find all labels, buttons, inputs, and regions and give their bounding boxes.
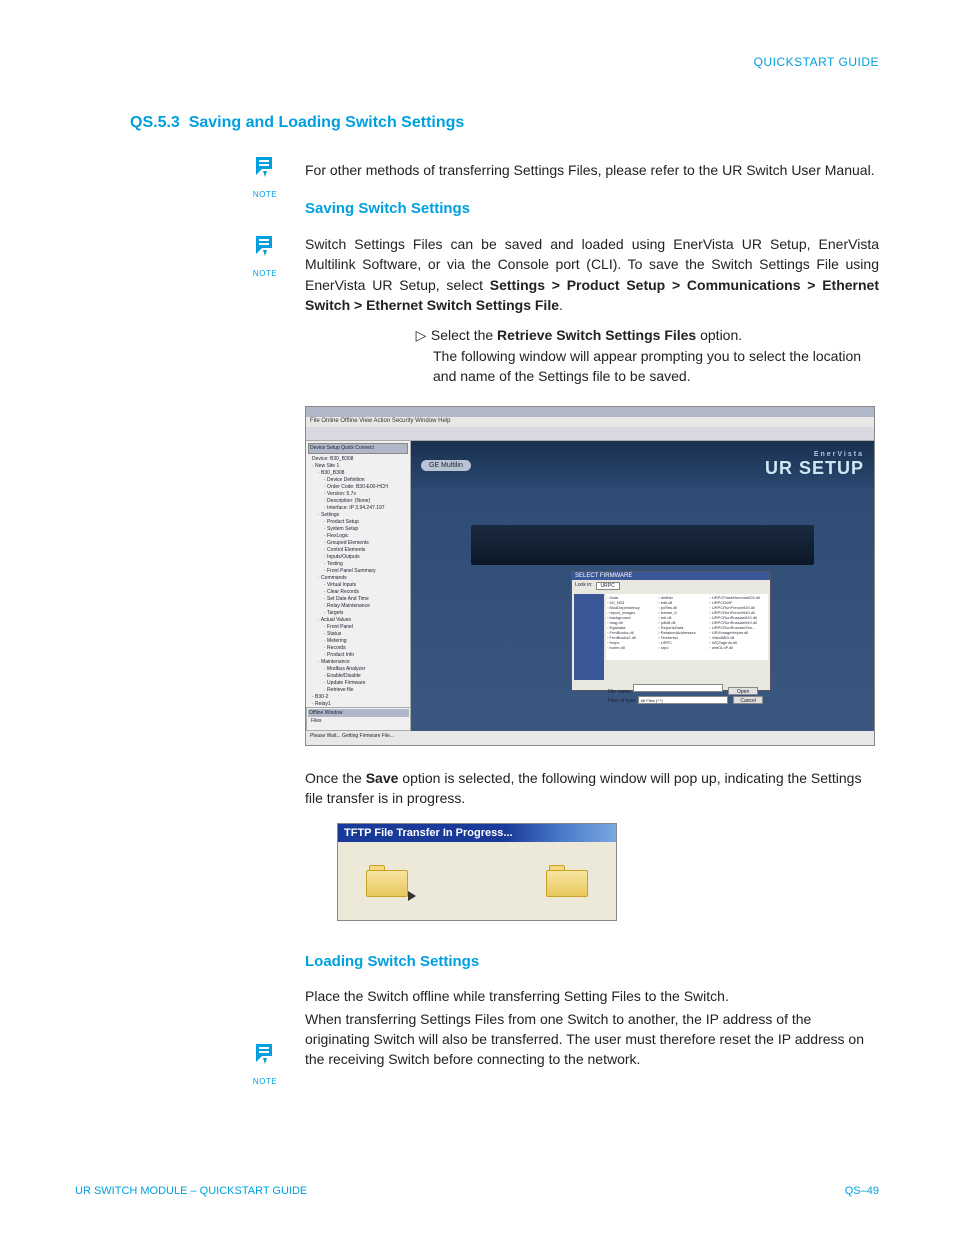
footer-left: UR SWITCH MODULE – QUICKSTART GUIDE [75,1185,307,1197]
device-image [471,525,814,565]
enervista-screenshot: File Online Offline View Action Security… [305,406,875,746]
section-title: Saving and Loading Switch Settings [189,114,465,131]
app-banner: GE Multilin EnerVista UR SETUP [411,441,874,489]
note-icon: NOTE [245,1042,285,1086]
tftp-title: TFTP File Transfer In Progress... [338,824,616,842]
section-heading: QS.5.3 Saving and Loading Switch Setting… [130,114,879,132]
triangle-icon: ▷ [415,325,427,345]
dialog-title: SELECT FIRMWARE [572,572,770,580]
file-open-dialog: SELECT FIRMWARE Look in: URPC ▫ Data▫ D0… [571,571,771,691]
note-icon: NOTE [245,155,285,199]
after-save-para: Once the Save option is selected, the fo… [305,768,879,809]
menubar: File Online Offline View Action Security… [306,417,874,427]
status-bar: Please Wait... Getting Firmware File... [306,731,874,745]
tree-header: Device Setup Quick Connect [308,443,408,454]
ur-setup-logo: EnerVista UR SETUP [765,451,864,479]
offline-panel: Offline Window Files [306,707,411,731]
saving-para: Switch Settings Files can be saved and l… [305,234,879,315]
loading-para2: When transferring Settings Files from on… [305,1009,879,1070]
window-titlebar [306,407,874,417]
folder-dest-icon [546,865,588,897]
file-list: ▫ Data▫ D0_N03▫ ModDependency▫ report_im… [606,594,768,660]
loading-heading: Loading Switch Settings [305,951,879,973]
device-tree-panel: Device Setup Quick Connect Device: B30_B… [306,441,411,731]
loading-para1: Place the Switch offline while transferr… [305,986,879,1006]
note-label: NOTE [245,1077,285,1086]
footer-right: QS–49 [845,1185,879,1197]
cancel-button[interactable]: Cancel [733,696,763,704]
note-label: NOTE [245,190,285,199]
open-button[interactable]: Open [728,687,758,695]
places-bar [574,594,604,680]
note-label: NOTE [245,269,285,278]
page-header: QUICKSTART GUIDE [75,55,879,69]
intro-para: For other methods of transferring Settin… [305,160,879,180]
device-selector: Device: B30_B308 [308,456,408,463]
toolbar [306,427,874,441]
step-retrieve: ▷ Select the Retrieve Switch Settings Fi… [415,325,879,386]
ge-badge: GE Multilin [421,460,471,471]
folder-source-icon [366,865,408,897]
note-icon: NOTE [245,234,285,278]
saving-heading: Saving Switch Settings [305,198,879,220]
tftp-progress-dialog: TFTP File Transfer In Progress... [337,823,617,921]
section-number: QS.5.3 [130,114,180,131]
